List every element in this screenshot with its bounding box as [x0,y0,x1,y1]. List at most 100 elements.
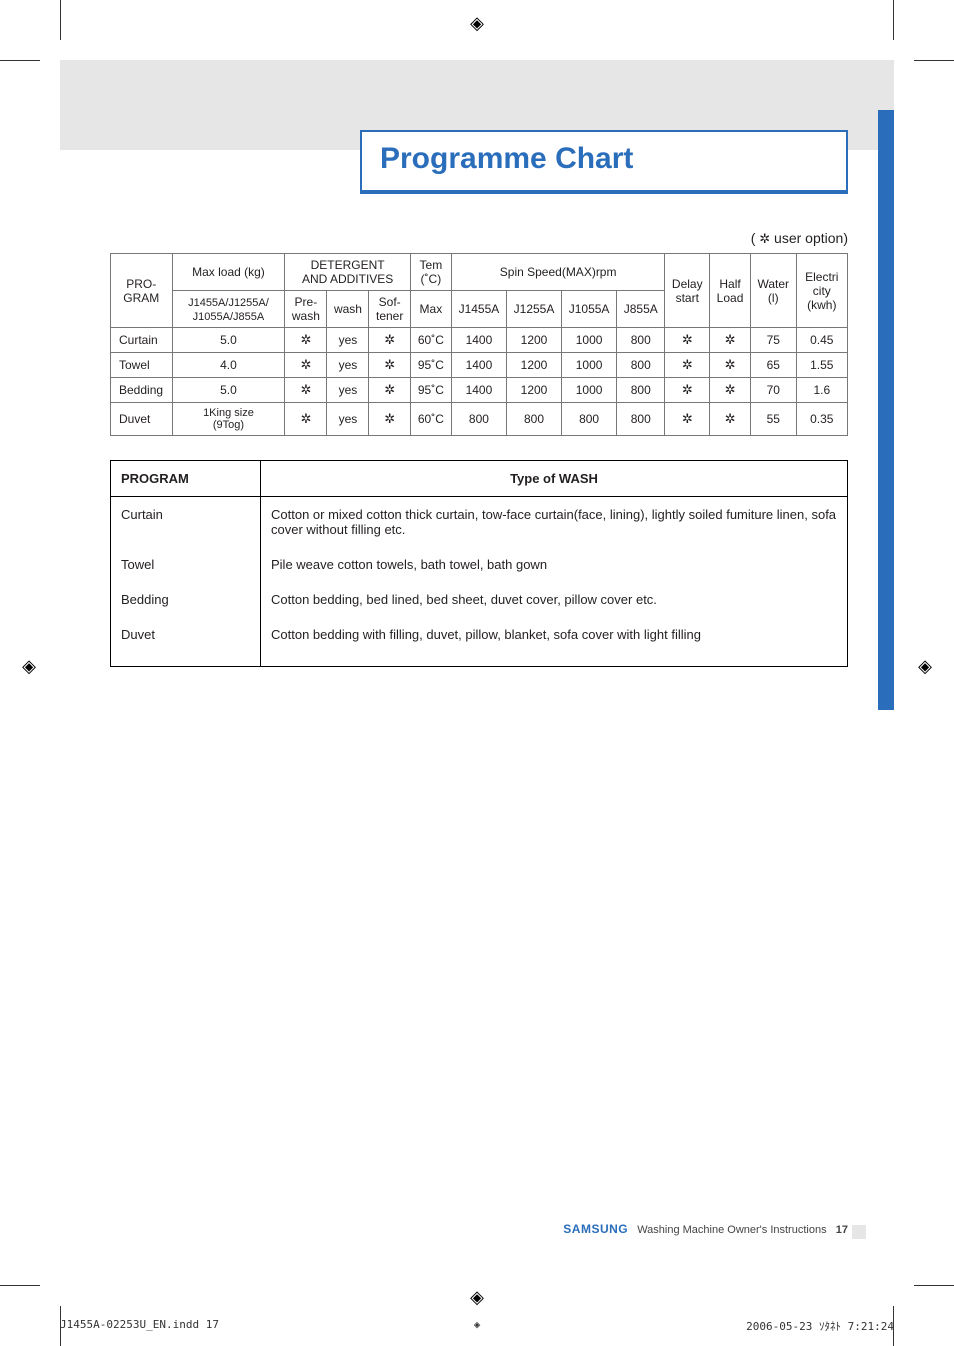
page-edge-tab [878,110,894,710]
page-number: 17 [836,1224,848,1236]
slug-right: 2006-05-23 ｿﾀﾈﾄ 7:21:24 [746,1318,894,1334]
cell-j855a: 800 [617,403,665,436]
cell-j855a: 800 [617,328,665,353]
cell-softener: ✲ [369,403,410,436]
cell-water: 75 [750,328,796,353]
cell-water: 55 [750,403,796,436]
cell-program: Duvet [111,617,261,667]
cell-delay: ✲ [665,403,710,436]
col-half-bottom: Load [717,291,744,305]
cell-wash: yes [327,378,369,403]
table-header-row: PROGRAM Type of WASH [111,461,848,497]
cell-j1255a: 1200 [506,378,561,403]
cell-half: ✲ [710,353,751,378]
cell-j1255a: 1200 [506,353,561,378]
cell-wash: yes [327,403,369,436]
page: Programme Chart ( ✲ user option) PRO-GRA… [60,60,894,1286]
registration-mark-icon: ◈ [466,1286,488,1308]
cell-j1455a: 1400 [451,378,506,403]
content-area: ( ✲ user option) PRO-GRAM Max load (kg) … [110,230,848,667]
col-program-1: PRO- [126,277,156,291]
cell-maxload: 5.0 [172,328,285,353]
col-softener: Sof- tener [376,295,403,323]
cell-j1455a: 1400 [451,328,506,353]
col-j855a: J855A [624,302,658,316]
cell-temp: 60˚C [410,403,451,436]
brand-logo: SAMSUNG [563,1222,628,1236]
col-program: PROGRAM [111,461,261,497]
col-spin-top: Spin Speed(MAX)rpm [500,265,617,279]
page-title-box: Programme Chart [360,130,848,194]
snowflake-icon: ✲ [759,231,770,246]
footer-text: Washing Machine Owner's Instructions [637,1224,826,1236]
col-maxload-top: Max load (kg) [192,265,265,279]
table-header-row: PRO-GRAM Max load (kg) DETERGENT AND ADD… [111,254,848,291]
table-row: Curtain 5.0 ✲ yes ✲ 60˚C 1400 1200 1000 … [111,328,848,353]
page-title: Programme Chart [380,142,633,175]
crop-mark [893,0,894,40]
col-temp-bottom: Max [420,302,443,316]
cell-desc: Cotton bedding with filling, duvet, pill… [261,617,848,667]
wash-type-table: PROGRAM Type of WASH Curtain Cotton or m… [110,460,848,667]
col-maxload-bottom: J1455A/J1255A/ J1055A/J855A [188,297,269,323]
cell-j1255a: 1200 [506,328,561,353]
crop-mark [914,60,954,61]
col-type: Type of WASH [261,461,848,497]
crop-mark [60,0,61,40]
col-elec-bottom: city (kwh) [807,284,836,312]
cell-delay: ✲ [665,328,710,353]
cell-j1255a: 800 [506,403,561,436]
cell-j1455a: 800 [451,403,506,436]
cell-j1455a: 1400 [451,353,506,378]
cell-temp: 95˚C [410,378,451,403]
slug-left: J1455A-02253U_EN.indd 17 [60,1318,219,1334]
cell-water: 65 [750,353,796,378]
page-footer: SAMSUNG Washing Machine Owner's Instruct… [60,1222,848,1236]
crop-mark [0,60,40,61]
cell-delay: ✲ [665,353,710,378]
col-delay-top: Delay [672,277,703,291]
cell-program: Bedding [111,378,173,403]
crop-mark [914,1285,954,1286]
cell-program: Bedding [111,582,261,617]
cell-j1055a: 1000 [562,328,617,353]
footer-decoration [852,1225,866,1239]
table-row: Duvet Cotton bedding with filling, duvet… [111,617,848,667]
legend-suffix: user option) [770,230,848,246]
cell-program: Duvet [111,403,173,436]
registration-mark-icon: ◈ [466,12,488,34]
col-water-bottom: (l) [768,291,779,305]
cell-j855a: 800 [617,378,665,403]
cell-j1055a: 1000 [562,353,617,378]
cell-maxload: 1King size (9Tog) [172,403,285,436]
col-j1255a: J1255A [514,302,555,316]
print-slug: J1455A-02253U_EN.indd 17 ◈ 2006-05-23 ｿﾀ… [60,1318,894,1334]
col-delay-bottom: start [676,291,699,305]
cell-half: ✲ [710,378,751,403]
cell-maxload: 4.0 [172,353,285,378]
cell-desc: Pile weave cotton towels, bath towel, ba… [261,547,848,582]
cell-temp: 60˚C [410,328,451,353]
cell-temp: 95˚C [410,353,451,378]
cell-program: Towel [111,353,173,378]
cell-elec: 0.35 [796,403,847,436]
table-row: Bedding Cotton bedding, bed lined, bed s… [111,582,848,617]
cell-maxload: 5.0 [172,378,285,403]
programme-table: PRO-GRAM Max load (kg) DETERGENT AND ADD… [110,253,848,436]
cell-desc: Cotton bedding, bed lined, bed sheet, du… [261,582,848,617]
cell-half: ✲ [710,403,751,436]
table-row: Curtain Cotton or mixed cotton thick cur… [111,497,848,548]
col-j1055a: J1055A [569,302,610,316]
col-wash: wash [334,302,362,316]
col-detergent-top: DETERGENT AND ADDITIVES [302,258,393,286]
table-row: Bedding 5.0 ✲ yes ✲ 95˚C 1400 1200 1000 … [111,378,848,403]
registration-mark-icon: ◈ [18,655,40,677]
cell-j855a: 800 [617,353,665,378]
registration-mark-icon: ◈ [474,1318,481,1331]
cell-softener: ✲ [369,353,410,378]
cell-prewash: ✲ [285,378,327,403]
table-row: Towel 4.0 ✲ yes ✲ 95˚C 1400 1200 1000 80… [111,353,848,378]
cell-prewash: ✲ [285,403,327,436]
cell-wash: yes [327,353,369,378]
cell-elec: 1.6 [796,378,847,403]
